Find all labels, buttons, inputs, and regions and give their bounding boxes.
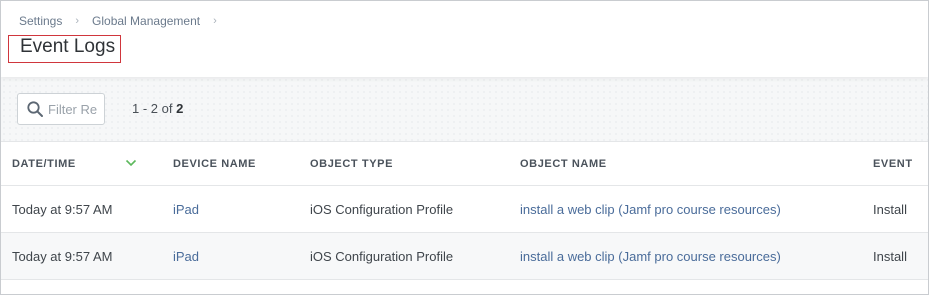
cell-event: Install (873, 201, 907, 217)
chevron-down-icon[interactable] (125, 158, 137, 168)
filter-toolbar: 1 - 2 of 2 (1, 77, 928, 142)
cell-device-name-link[interactable]: iPad (173, 186, 199, 232)
chevron-right-icon: › (75, 15, 80, 27)
cell-date-time: Today at 9:57 AM (12, 248, 113, 264)
column-header-object-name[interactable]: OBJECT NAME (520, 142, 607, 185)
column-header-event[interactable]: EVENT (873, 142, 913, 185)
filter-box[interactable] (17, 93, 105, 125)
column-header-device-name[interactable]: DEVICE NAME (173, 142, 256, 185)
table-row: Today at 9:57 AM iPad iOS Configuration … (1, 186, 928, 233)
cell-event: Install (873, 248, 907, 264)
page-header: Settings › Global Management › Event Log… (1, 1, 928, 77)
cell-object-type: iOS Configuration Profile (310, 248, 454, 264)
cell-date-time: Today at 9:57 AM (12, 201, 113, 217)
results-range: 1 - 2 of (132, 101, 177, 116)
cell-object-name-link[interactable]: install a web clip (Jamf pro course reso… (520, 233, 781, 279)
column-header-object-type[interactable]: OBJECT TYPE (310, 142, 393, 185)
breadcrumb-global-management[interactable]: Global Management (92, 14, 200, 28)
chevron-right-icon: › (213, 15, 217, 27)
results-total: 2 (176, 101, 184, 116)
table-header-row: DATE/TIME DEVICE NAME OBJECT TYPE OBJECT… (1, 142, 928, 186)
column-header-date-time[interactable]: DATE/TIME (12, 142, 76, 185)
filter-input[interactable] (48, 101, 104, 117)
cell-object-type: iOS Configuration Profile (310, 201, 454, 217)
table-row: Today at 9:57 AM iPad iOS Configuration … (1, 233, 928, 280)
breadcrumb: Settings › Global Management › (19, 14, 230, 28)
breadcrumb-settings[interactable]: Settings (19, 14, 62, 28)
results-count: 1 - 2 of 2 (132, 101, 183, 116)
cell-object-name-link[interactable]: install a web clip (Jamf pro course reso… (520, 186, 781, 232)
event-logs-table: DATE/TIME DEVICE NAME OBJECT TYPE OBJECT… (1, 142, 928, 280)
search-icon (27, 101, 43, 117)
page-title: Event Logs (20, 36, 116, 57)
cell-device-name-link[interactable]: iPad (173, 233, 199, 279)
app-frame: Settings › Global Management › Event Log… (0, 0, 929, 295)
